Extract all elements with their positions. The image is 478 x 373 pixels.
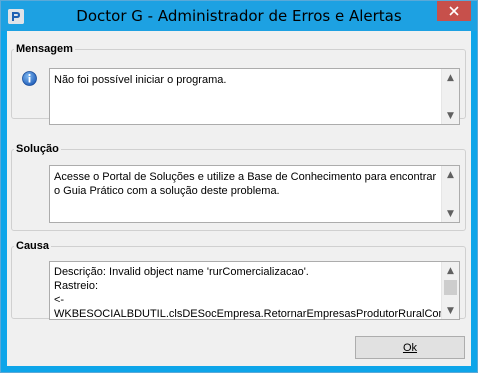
causa-line: Rastreio: (54, 280, 99, 292)
solucao-scrollbar[interactable]: ▲ ▼ (441, 166, 459, 222)
close-button[interactable] (437, 1, 471, 21)
solucao-textbox[interactable]: Acesse o Portal de Soluções e utilize a … (49, 165, 460, 223)
mensagem-textbox[interactable]: Não foi possível iniciar o programa. ▲ ▼ (49, 68, 460, 125)
causa-textbox[interactable]: Descrição: Invalid object name 'rurComer… (49, 261, 460, 320)
causa-text: Descrição: Invalid object name 'rurComer… (54, 265, 441, 321)
dialog-window: Doctor G - Administrador de Erros e Aler… (0, 0, 478, 373)
scroll-down-icon[interactable]: ▼ (442, 205, 459, 222)
scroll-up-icon[interactable]: ▲ (442, 166, 459, 183)
ok-button[interactable]: Ok (355, 336, 465, 359)
ok-button-label: Ok (402, 341, 418, 354)
mensagem-group: Mensagem Não foi possível iniciar o prog… (11, 43, 466, 125)
window-title: Doctor G - Administrador de Erros e Aler… (76, 7, 402, 25)
info-icon (22, 71, 37, 86)
causa-line: Descrição: Invalid object name 'rurComer… (54, 266, 309, 278)
causa-scrollbar[interactable]: ▲ ▼ (441, 262, 459, 319)
causa-line: <- (54, 294, 65, 306)
dialog-body: Mensagem Não foi possível iniciar o prog… (7, 31, 471, 366)
scroll-down-icon[interactable]: ▼ (442, 302, 459, 319)
close-icon (449, 6, 459, 16)
mensagem-text: Não foi possível iniciar o programa. (54, 74, 227, 86)
title-bar[interactable]: Doctor G - Administrador de Erros e Aler… (1, 1, 477, 31)
causa-label: Causa (16, 240, 50, 252)
scroll-up-icon[interactable]: ▲ (442, 262, 459, 279)
mensagem-label: Mensagem (16, 43, 73, 55)
causa-line: WKBESOCIALBDUTIL.clsDESocEmpresa.Retorna… (54, 308, 441, 320)
causa-group: Causa Descrição: Invalid object name 'ru… (11, 240, 466, 320)
solucao-group: Solução Acesse o Portal de Soluções e ut… (11, 143, 466, 231)
mensagem-scrollbar[interactable]: ▲ ▼ (441, 69, 459, 124)
scroll-thumb[interactable] (444, 280, 457, 295)
scroll-down-icon[interactable]: ▼ (442, 107, 459, 124)
solucao-text: Acesse o Portal de Soluções e utilize a … (54, 171, 440, 197)
scroll-up-icon[interactable]: ▲ (442, 69, 459, 86)
solucao-label: Solução (16, 143, 59, 155)
